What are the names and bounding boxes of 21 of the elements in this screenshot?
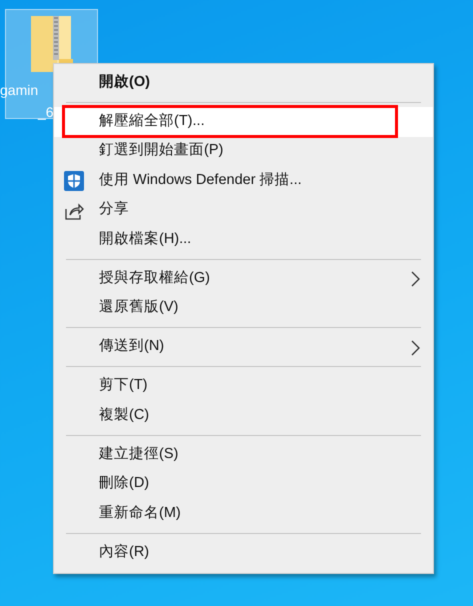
menu-item[interactable]: 授與存取權給(G) (54, 264, 433, 294)
chevron-right-icon (411, 271, 420, 287)
menu-item[interactable]: 還原舊版(V) (54, 294, 433, 323)
menu-item[interactable]: 解壓縮全部(T)... (54, 107, 433, 136)
menu-item[interactable]: 分享 (54, 196, 433, 225)
menu-item[interactable]: 釘選到開始畫面(P) (54, 136, 433, 166)
menu-item[interactable]: 內容(R) (54, 538, 433, 568)
menu-item[interactable]: 使用 Windows Defender 掃描... (54, 166, 433, 196)
menu-item[interactable]: 剪下(T) (54, 372, 433, 401)
menu-item[interactable]: 刪除(D) (54, 470, 433, 499)
zip-folder-icon (29, 14, 75, 74)
menu-item[interactable]: 重新命名(M) (54, 499, 433, 528)
icon-label: gamin (0, 81, 38, 100)
shield-icon (64, 171, 84, 191)
menu-item[interactable]: 開啟檔案(H)... (54, 225, 433, 254)
icon-label: _6 (36, 103, 54, 122)
menu-item[interactable]: 開啟(O) (54, 68, 433, 98)
menu-item[interactable]: 傳送到(N) (54, 332, 433, 362)
chevron-right-icon (411, 340, 420, 356)
menu-item[interactable]: 建立捷徑(S) (54, 440, 433, 470)
menu-item[interactable]: 複製(C) (54, 401, 433, 430)
